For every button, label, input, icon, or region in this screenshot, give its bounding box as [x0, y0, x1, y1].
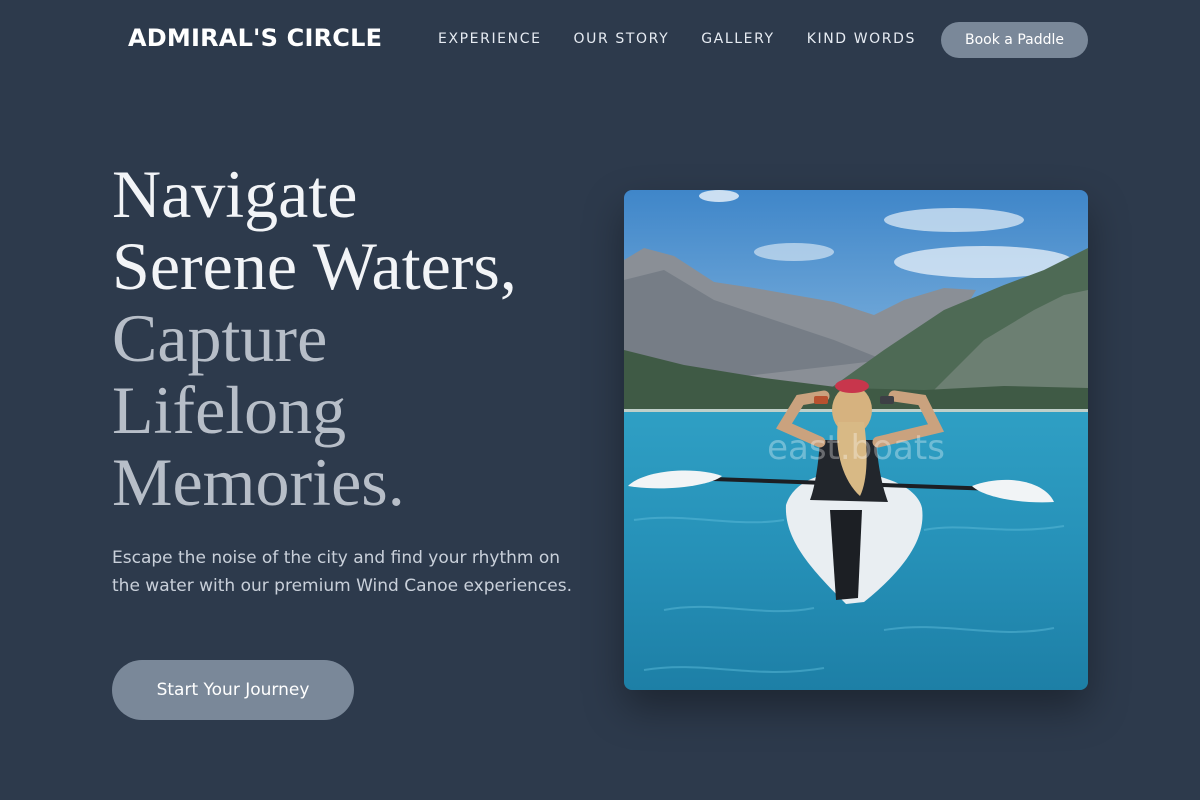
- hero-title: Navigate Serene Waters, Capture Lifelong…: [112, 158, 592, 518]
- hero-title-accent-line: Memories.: [112, 444, 405, 520]
- hero-photo: east.boats: [624, 190, 1088, 690]
- nav-item-experience[interactable]: EXPERIENCE: [438, 31, 542, 47]
- nav-item-kind-words[interactable]: KIND WORDS: [807, 31, 916, 47]
- hero-title-line: Navigate: [112, 156, 358, 232]
- hero-title-accent-line: Lifelong: [112, 372, 347, 448]
- nav-item-our-story[interactable]: OUR STORY: [574, 31, 670, 47]
- hero-title-line: Serene Waters,: [112, 228, 517, 304]
- image-watermark: east.boats: [767, 428, 945, 468]
- book-a-paddle-button[interactable]: Book a Paddle: [941, 22, 1088, 58]
- start-your-journey-button[interactable]: Start Your Journey: [112, 660, 354, 720]
- nav-item-gallery[interactable]: GALLERY: [701, 31, 774, 47]
- hero-title-accent-line: Capture: [112, 300, 328, 376]
- top-navigation: ADMIRAL'S CIRCLE EXPERIENCE OUR STORY GA…: [0, 0, 1200, 80]
- hero-subtitle: Escape the noise of the city and find yo…: [112, 548, 573, 596]
- brand-logo[interactable]: ADMIRAL'S CIRCLE: [128, 24, 382, 52]
- main-nav: EXPERIENCE OUR STORY GALLERY KIND WORDS: [438, 31, 916, 47]
